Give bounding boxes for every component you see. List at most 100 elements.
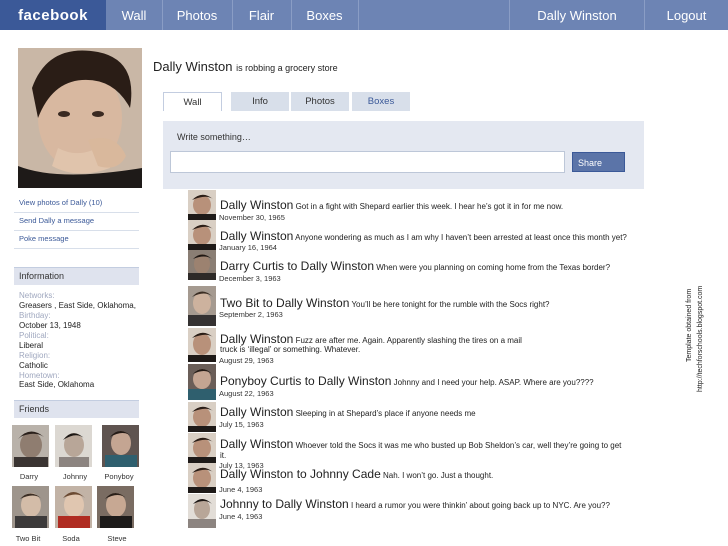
post-author-link[interactable]: Dally Winston — [220, 198, 293, 212]
nav-boxes-link[interactable]: Boxes — [291, 0, 358, 30]
friend-name-two-bit[interactable]: Two Bit — [6, 534, 50, 543]
credit-line-1: Template obtained from — [686, 288, 693, 362]
networks-label: Networks: — [19, 291, 55, 300]
nav-separator — [358, 0, 359, 30]
profile-name: Dally Winston — [153, 59, 233, 74]
post-text: Dally Winston Anyone wondering as much a… — [220, 229, 627, 243]
post-message: Sleeping in at Shepard’s place if anyone… — [293, 409, 476, 418]
friend-name-steve[interactable]: Steve — [95, 534, 139, 543]
post-date: September 2, 1963 — [219, 310, 283, 319]
post-avatar[interactable] — [188, 463, 216, 493]
top-navigation-bar: facebook Wall Photos Flair Boxes Dally W… — [0, 0, 728, 30]
political-label: Political: — [19, 331, 49, 340]
friend-name-soda[interactable]: Soda — [49, 534, 93, 543]
post-text: Dally Winston to Johnny Cade Nah. I won’… — [220, 467, 493, 481]
post-avatar[interactable] — [188, 433, 216, 463]
credit-line-2: http://techforschools.blogspot.com — [697, 285, 704, 392]
friend-name-ponyboy[interactable]: Ponyboy — [97, 472, 141, 481]
profile-status: is robbing a grocery store — [236, 63, 338, 73]
post-author-link[interactable]: Darry Curtis to Dally Winston — [220, 259, 374, 273]
post-avatar[interactable] — [188, 494, 216, 528]
friends-heading: Friends — [14, 400, 139, 418]
post-author-link[interactable]: Dally Winston to Johnny Cade — [220, 467, 381, 481]
tab-info[interactable]: Info — [231, 92, 290, 111]
share-button[interactable]: Share — [572, 152, 625, 172]
post-message: Whoever told the Socs it was me who bust… — [293, 441, 622, 450]
friend-photo-darry[interactable] — [12, 425, 49, 467]
post-message: Got in a fight with Shepard earlier this… — [293, 202, 564, 211]
nav-wall-link[interactable]: Wall — [106, 0, 162, 30]
post-date: June 4, 1963 — [219, 485, 263, 494]
post-message: You’ll be here tonight for the rumble wi… — [349, 300, 550, 309]
post-date: August 29, 1963 — [219, 356, 274, 365]
post-author-link[interactable]: Dally Winston — [220, 332, 293, 346]
friend-photo-two-bit[interactable] — [12, 486, 49, 528]
post-avatar[interactable] — [188, 286, 216, 326]
send-message-link[interactable]: Send Dally a message — [14, 212, 139, 231]
post-text: Dally Winston Got in a fight with Shepar… — [220, 198, 563, 212]
post-date: November 30, 1965 — [219, 213, 285, 222]
post-avatar[interactable] — [188, 364, 216, 400]
post-text: Ponyboy Curtis to Dally Winston Johnny a… — [220, 374, 594, 388]
post-date: January 16, 1964 — [219, 243, 277, 252]
post-avatar[interactable] — [188, 250, 216, 280]
friend-photo-johnny[interactable] — [55, 425, 92, 467]
birthday-value: October 13, 1948 — [19, 321, 81, 330]
post-text: Two Bit to Dally Winston You’ll be here … — [220, 296, 550, 310]
post-message: Fuzz are after me. Again. Apparently sla… — [293, 336, 522, 345]
profile-picture[interactable] — [18, 48, 142, 188]
hometown-value: East Side, Oklahoma — [19, 380, 95, 389]
post-message: Anyone wondering as much as I am why I h… — [293, 233, 627, 242]
political-value: Liberal — [19, 341, 44, 350]
tab-photos[interactable]: Photos — [291, 92, 350, 111]
post-author-link[interactable]: Two Bit to Dally Winston — [220, 296, 349, 310]
nav-logout-link[interactable]: Logout — [645, 0, 728, 30]
wall-post-input[interactable] — [170, 151, 565, 173]
friend-photo-ponyboy[interactable] — [102, 425, 139, 467]
post-avatar[interactable] — [188, 190, 216, 220]
post-avatar[interactable] — [188, 220, 216, 250]
tab-wall[interactable]: Wall — [163, 92, 222, 111]
post-message: Johnny and I need your help. ASAP. Where… — [391, 378, 594, 387]
post-text: Dally Winston Sleeping in at Shepard’s p… — [220, 405, 476, 419]
friend-photo-steve[interactable] — [97, 486, 134, 528]
tab-boxes[interactable]: Boxes — [352, 92, 411, 111]
information-heading: Information — [14, 267, 139, 285]
poke-link[interactable]: Poke message — [14, 230, 139, 249]
post-text: Johnny to Dally Winston I heard a rumor … — [220, 497, 610, 511]
post-message-continued: truck is ‘illegal’ or something. Whateve… — [220, 345, 361, 354]
post-message: I heard a rumor you were thinkin’ about … — [348, 501, 610, 510]
religion-value: Catholic — [19, 361, 48, 370]
religion-label: Religion: — [19, 351, 51, 360]
post-text: Dally Winston Whoever told the Socs it w… — [220, 437, 621, 451]
template-credit: Template obtained from http://techforsch… — [684, 182, 706, 392]
post-text: Dally Winston Fuzz are after me. Again. … — [220, 332, 522, 346]
post-text: Darry Curtis to Dally Winston When were … — [220, 259, 610, 273]
post-author-link[interactable]: Ponyboy Curtis to Dally Winston — [220, 374, 391, 388]
friend-name-johnny[interactable]: Johnny — [53, 472, 97, 481]
nav-user-link[interactable]: Dally Winston — [510, 0, 644, 30]
post-date: July 15, 1963 — [219, 420, 264, 429]
post-author-link[interactable]: Dally Winston — [220, 229, 293, 243]
profile-header: Dally Winston is robbing a grocery store — [153, 59, 338, 74]
nav-flair-link[interactable]: Flair — [232, 0, 291, 30]
post-avatar[interactable] — [188, 402, 216, 432]
post-date: June 4, 1963 — [219, 512, 263, 521]
write-something-label: Write something… — [177, 132, 251, 142]
friend-photo-soda[interactable] — [55, 486, 92, 528]
post-avatar[interactable] — [188, 328, 216, 362]
friend-name-darry[interactable]: Darry — [7, 472, 51, 481]
post-message: When were you planning on coming home fr… — [374, 263, 611, 272]
facebook-logo[interactable]: facebook — [0, 0, 106, 30]
wall-composer: Write something… Share — [163, 121, 644, 189]
view-photos-link[interactable]: View photos of Dally (10) — [14, 194, 139, 213]
post-author-link[interactable]: Dally Winston — [220, 405, 293, 419]
hometown-label: Hometown: — [19, 371, 60, 380]
post-date: December 3, 1963 — [219, 274, 281, 283]
post-message: Nah. I won’t go. Just a thought. — [380, 471, 494, 480]
post-author-link[interactable]: Dally Winston — [220, 437, 293, 451]
post-author-link[interactable]: Johnny to Dally Winston — [220, 497, 349, 511]
post-message-continued: it. — [220, 451, 227, 460]
post-date: August 22, 1963 — [219, 389, 274, 398]
nav-photos-link[interactable]: Photos — [162, 0, 232, 30]
